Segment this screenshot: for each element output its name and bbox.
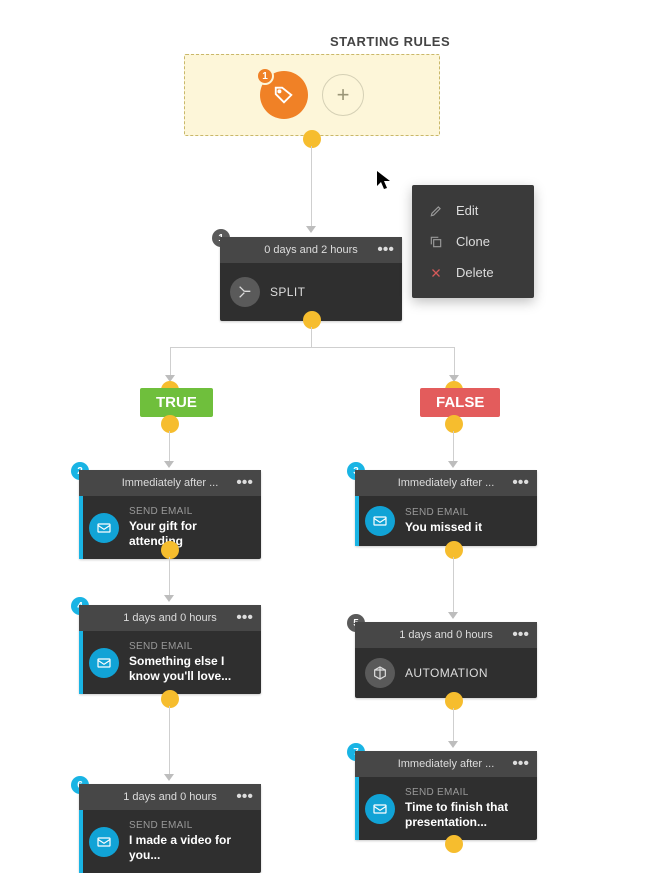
copy-icon (428, 235, 444, 249)
arrow-icon (164, 461, 174, 468)
pencil-icon (428, 204, 444, 218)
connector-line (454, 347, 455, 375)
node-header: Immediately after ... ••• (355, 470, 537, 496)
node-title: Your gift for attending (129, 519, 251, 549)
node-title: Something else I know you'll love... (129, 654, 251, 684)
node-header: Immediately after ... ••• (79, 470, 261, 496)
add-trigger-button[interactable]: + (322, 74, 364, 116)
node-type-label: SPLIT (270, 285, 305, 300)
arrow-icon (448, 461, 458, 468)
node-delay-text: Immediately after ... (398, 477, 495, 489)
automation-node[interactable]: 5 1 days and 0 hours ••• AUTOMATION (355, 622, 537, 698)
node-type-label: SEND EMAIL (129, 641, 251, 652)
connector-line (169, 706, 170, 774)
email-icon (365, 794, 395, 824)
connector-line (169, 557, 170, 595)
split-node[interactable]: 1 0 days and 2 hours ••• SPLIT (220, 237, 402, 321)
node-title: You missed it (405, 520, 482, 535)
connector-dot[interactable] (445, 541, 463, 559)
connector-line (453, 431, 454, 461)
email-node[interactable]: 6 1 days and 0 hours ••• SEND EMAIL I ma… (79, 784, 261, 873)
node-type-label: SEND EMAIL (129, 506, 251, 517)
node-menu-button[interactable]: ••• (236, 475, 253, 491)
connector-line (169, 431, 170, 461)
menu-label: Clone (456, 234, 490, 249)
connector-line (170, 347, 454, 348)
node-header: 1 days and 0 hours ••• (79, 605, 261, 631)
email-node[interactable]: 7 Immediately after ... ••• SEND EMAIL T… (355, 751, 537, 840)
node-delay-text: 0 days and 2 hours (264, 244, 358, 256)
connector-line (170, 347, 171, 375)
arrow-icon (164, 595, 174, 602)
node-menu-button[interactable]: ••• (236, 789, 253, 805)
node-menu-button[interactable]: ••• (512, 756, 529, 772)
connector-line (311, 146, 312, 226)
tag-trigger[interactable]: 1 (260, 71, 308, 119)
menu-label: Edit (456, 203, 478, 218)
node-menu-button[interactable]: ••• (512, 475, 529, 491)
connector-dot[interactable] (445, 692, 463, 710)
arrow-icon (448, 741, 458, 748)
email-node[interactable]: 4 1 days and 0 hours ••• SEND EMAIL Some… (79, 605, 261, 694)
node-delay-text: 1 days and 0 hours (399, 629, 493, 641)
node-header: 1 days and 0 hours ••• (355, 622, 537, 648)
context-menu-delete[interactable]: Delete (412, 257, 534, 288)
email-icon (89, 513, 119, 543)
email-icon (89, 827, 119, 857)
connector-dot[interactable] (445, 415, 463, 433)
automation-icon (365, 658, 395, 688)
menu-label: Delete (456, 265, 494, 280)
tag-count-badge: 1 (256, 67, 274, 85)
node-type-label: SEND EMAIL (129, 820, 251, 831)
node-menu-button[interactable]: ••• (512, 627, 529, 643)
starting-rules-box[interactable]: 1 + (184, 54, 440, 136)
connector-line (453, 557, 454, 612)
connector-dot[interactable] (161, 690, 179, 708)
split-icon (230, 277, 260, 307)
email-node[interactable]: 3 Immediately after ... ••• SEND EMAIL Y… (355, 470, 537, 546)
connector-dot[interactable] (303, 130, 321, 148)
arrow-icon (306, 226, 316, 233)
connector-dot[interactable] (161, 541, 179, 559)
node-title: I made a video for you... (129, 833, 251, 863)
context-menu-edit[interactable]: Edit (412, 195, 534, 226)
email-icon (365, 506, 395, 536)
node-delay-text: Immediately after ... (398, 758, 495, 770)
arrow-icon (164, 774, 174, 781)
node-header: 1 days and 0 hours ••• (79, 784, 261, 810)
tag-icon (273, 84, 295, 106)
node-type-label: SEND EMAIL (405, 507, 482, 518)
node-title: Time to finish that presentation... (405, 800, 527, 830)
connector-dot[interactable] (161, 415, 179, 433)
node-menu-button[interactable]: ••• (377, 242, 394, 258)
node-delay-text: 1 days and 0 hours (123, 791, 217, 803)
node-type-label: AUTOMATION (405, 666, 488, 681)
node-menu-button[interactable]: ••• (236, 610, 253, 626)
node-delay-text: Immediately after ... (122, 477, 219, 489)
node-delay-text: 1 days and 0 hours (123, 612, 217, 624)
email-icon (89, 648, 119, 678)
context-menu: Edit Clone Delete (412, 185, 534, 298)
close-icon (428, 267, 444, 279)
cursor-icon (376, 170, 392, 195)
automation-canvas[interactable]: STARTING RULES 1 + 1 0 days and 2 hours … (0, 0, 661, 864)
node-header: Immediately after ... ••• (355, 751, 537, 777)
connector-dot[interactable] (445, 835, 463, 853)
context-menu-clone[interactable]: Clone (412, 226, 534, 257)
node-header: 0 days and 2 hours ••• (220, 237, 402, 263)
plus-icon: + (337, 82, 350, 108)
node-type-label: SEND EMAIL (405, 787, 527, 798)
starting-rules-label: STARTING RULES (330, 34, 450, 49)
false-branch-label: FALSE (420, 388, 500, 417)
arrow-icon (448, 612, 458, 619)
true-branch-label: TRUE (140, 388, 213, 417)
connector-line (311, 327, 312, 347)
connector-dot[interactable] (303, 311, 321, 329)
connector-line (453, 708, 454, 741)
